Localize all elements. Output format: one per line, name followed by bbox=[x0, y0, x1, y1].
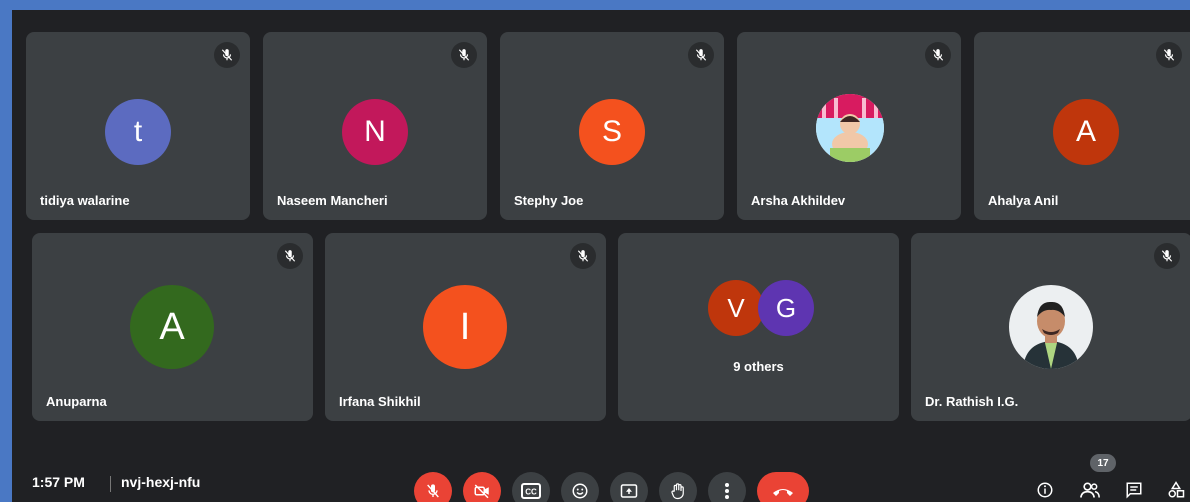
leave-call-icon bbox=[773, 489, 793, 496]
participant-name: Ahalya Anil bbox=[988, 193, 1059, 208]
raise-hand-button[interactable] bbox=[659, 472, 697, 502]
mic-off-icon bbox=[570, 243, 596, 269]
participant-count-badge: 17 bbox=[1090, 454, 1116, 472]
mic-toggle-button[interactable] bbox=[414, 472, 452, 502]
participant-name: Anuparna bbox=[46, 394, 107, 409]
profile-photo bbox=[1009, 285, 1093, 369]
participant-tile[interactable]: I Irfana Shikhil bbox=[325, 233, 606, 421]
camera-off-icon bbox=[474, 484, 489, 499]
mic-off-icon bbox=[688, 42, 714, 68]
present-button[interactable] bbox=[610, 472, 648, 502]
participant-name: Stephy Joe bbox=[514, 193, 584, 208]
avatar: N bbox=[342, 99, 408, 165]
bottom-bar: 1:57 PM nvj-hexj-nfu CC 17 bbox=[12, 454, 1190, 502]
participant-name: tidiya walarine bbox=[40, 193, 130, 208]
participant-tile[interactable]: A Ahalya Anil bbox=[974, 32, 1190, 220]
avatar: A bbox=[1053, 99, 1119, 165]
meeting-details-button[interactable] bbox=[1031, 476, 1059, 502]
participant-name: Irfana Shikhil bbox=[339, 394, 421, 409]
present-screen-icon bbox=[620, 484, 638, 498]
mic-off-icon bbox=[277, 243, 303, 269]
meeting-time: 1:57 PM bbox=[32, 474, 85, 490]
camera-toggle-button[interactable] bbox=[463, 472, 501, 502]
avatar: V bbox=[708, 280, 764, 336]
profile-photo bbox=[816, 94, 884, 162]
meeting-code: nvj-hexj-nfu bbox=[121, 474, 201, 490]
others-count-label: 9 others bbox=[733, 359, 784, 374]
more-options-button[interactable] bbox=[708, 472, 746, 502]
raise-hand-icon bbox=[671, 483, 684, 500]
activities-icon bbox=[1168, 481, 1185, 498]
mic-off-icon bbox=[451, 42, 477, 68]
mic-off-icon bbox=[427, 484, 439, 498]
info-icon bbox=[1037, 482, 1053, 498]
avatar: S bbox=[579, 99, 645, 165]
emoji-icon bbox=[572, 483, 588, 499]
more-options-icon bbox=[725, 483, 729, 499]
chat-icon bbox=[1126, 482, 1142, 499]
mic-off-icon bbox=[1156, 42, 1182, 68]
divider bbox=[110, 476, 111, 492]
participant-tile[interactable]: N Naseem Mancheri bbox=[263, 32, 487, 220]
participant-name: Arsha Akhildev bbox=[751, 193, 846, 208]
people-icon bbox=[1080, 482, 1100, 498]
meeting-stage: t tidiya walarine N Naseem Mancheri S St… bbox=[12, 10, 1190, 502]
avatar: t bbox=[105, 99, 171, 165]
avatar: A bbox=[130, 285, 214, 369]
mic-off-icon bbox=[1154, 243, 1180, 269]
mic-off-icon bbox=[214, 42, 240, 68]
participant-name: Naseem Mancheri bbox=[277, 193, 388, 208]
avatar: G bbox=[758, 280, 814, 336]
participant-tile[interactable]: Dr. Rathish I.G. bbox=[911, 233, 1190, 421]
people-button[interactable] bbox=[1076, 476, 1104, 502]
avatar: I bbox=[423, 285, 507, 369]
participant-tile[interactable]: S Stephy Joe bbox=[500, 32, 724, 220]
participant-tile[interactable]: A Anuparna bbox=[32, 233, 313, 421]
chat-button[interactable] bbox=[1120, 476, 1148, 502]
participant-tile[interactable]: Arsha Akhildev bbox=[737, 32, 961, 220]
leave-call-button[interactable] bbox=[757, 472, 809, 502]
participant-tile[interactable]: t tidiya walarine bbox=[26, 32, 250, 220]
participant-name: Dr. Rathish I.G. bbox=[925, 394, 1019, 409]
mic-off-icon bbox=[925, 42, 951, 68]
captions-button[interactable]: CC bbox=[512, 472, 550, 502]
activities-button[interactable] bbox=[1162, 476, 1190, 502]
svg-text:CC: CC bbox=[525, 488, 537, 497]
reactions-button[interactable] bbox=[561, 472, 599, 502]
captions-icon: CC bbox=[521, 483, 541, 499]
others-tile[interactable]: V G 9 others bbox=[618, 233, 899, 421]
